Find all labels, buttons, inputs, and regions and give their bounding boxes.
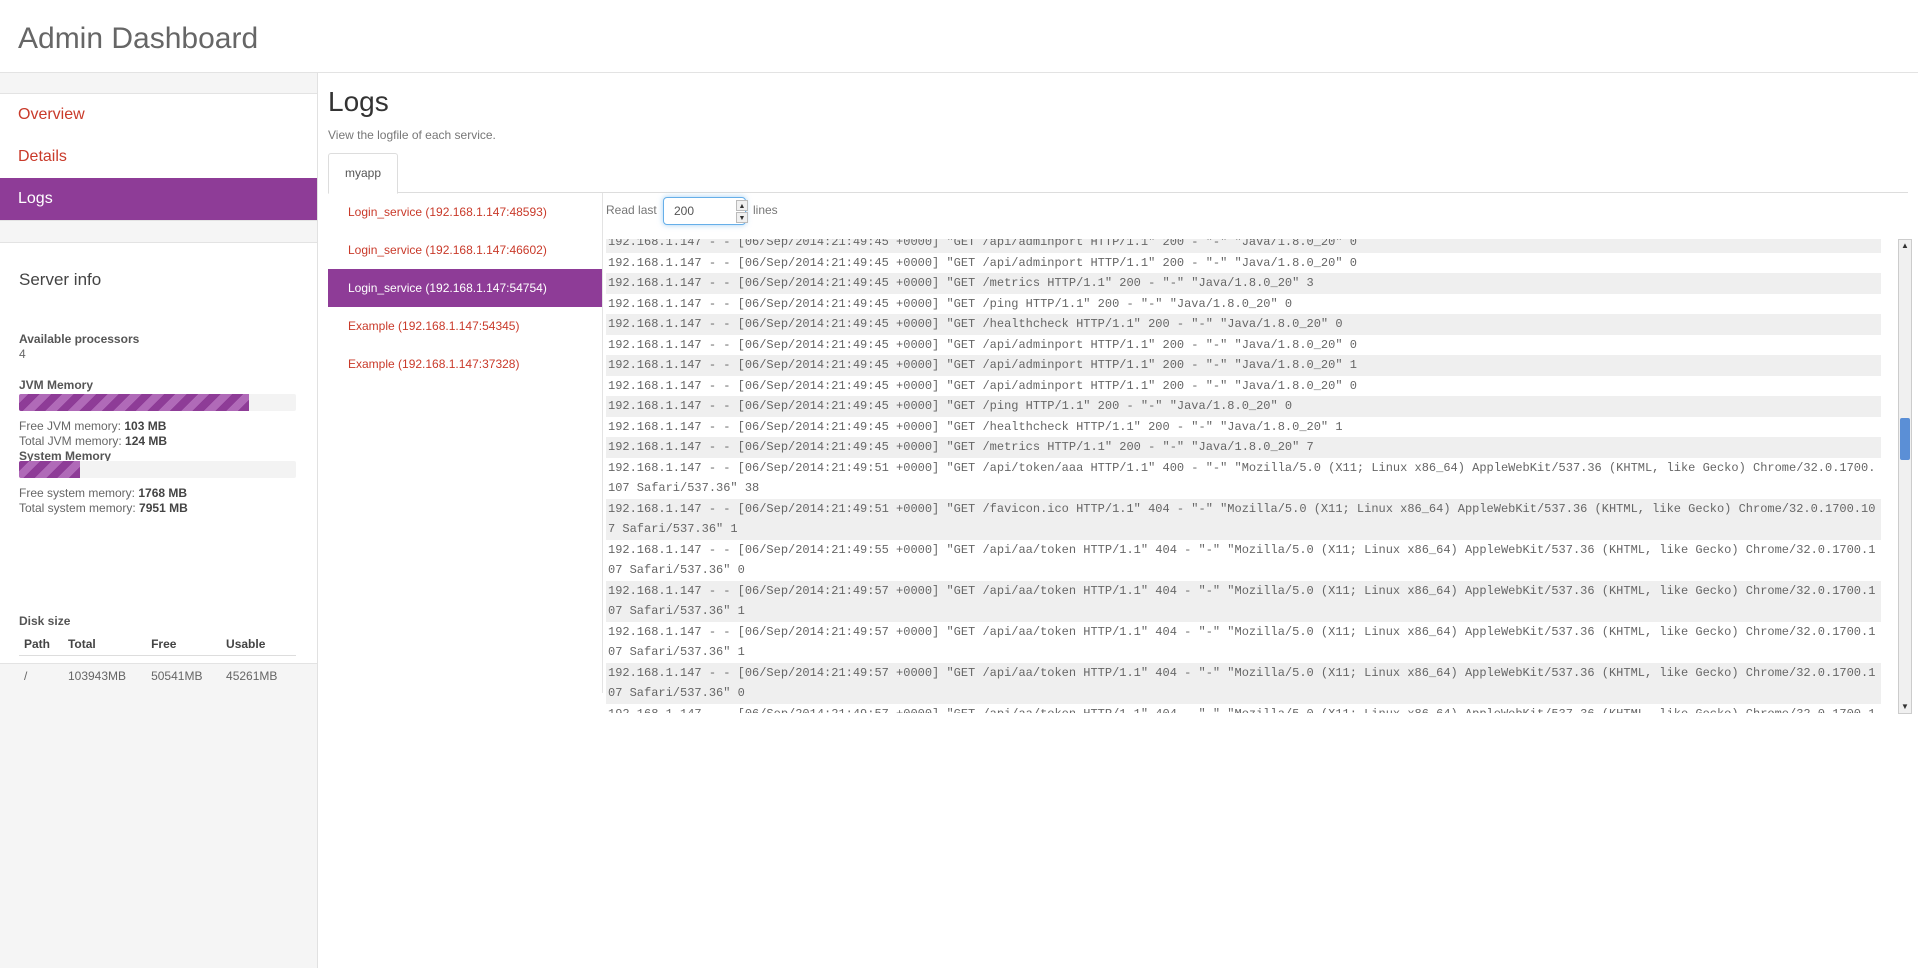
page-subtitle: View the logfile of each service. <box>328 128 496 142</box>
log-line: 192.168.1.147 - - [06/Sep/2014:21:49:45 … <box>608 378 1357 393</box>
log-line: 192.168.1.147 - - [06/Sep/2014:21:49:57 … <box>608 624 1876 660</box>
disk-table: Path Total Free Usable / 103943MB 50541M… <box>19 633 296 689</box>
log-line: 192.168.1.147 - - [06/Sep/2014:21:49:45 … <box>608 296 1293 311</box>
jvm-memory-bar-fill <box>19 394 249 411</box>
free-jvm-label: Free JVM memory: <box>19 419 122 433</box>
log-line: 192.168.1.147 - - [06/Sep/2014:21:49:45 … <box>606 396 1881 417</box>
log-line: 192.168.1.147 - - [06/Sep/2014:21:49:57 … <box>606 580 1881 622</box>
read-last-label: Read last <box>606 203 657 217</box>
jvm-memory-bar <box>19 394 296 411</box>
service-item-login-46602[interactable]: Login_service (192.168.1.147:46602) <box>328 231 602 269</box>
app-tabs: myapp <box>328 153 1908 194</box>
tab-myapp[interactable]: myapp <box>328 153 399 194</box>
free-jvm-line: Free JVM memory: 103 MB <box>19 419 166 433</box>
read-last-input[interactable] <box>663 197 746 225</box>
free-system-value: 1768 MB <box>138 486 188 500</box>
jvm-memory-label: JVM Memory <box>19 378 94 392</box>
log-line: 192.168.1.147 - - [06/Sep/2014:21:49:57 … <box>606 662 1881 704</box>
disk-header-path: Path <box>19 633 63 656</box>
free-system-label: Free system memory: <box>19 486 136 500</box>
log-line: 192.168.1.147 - - [06/Sep/2014:21:49:55 … <box>608 542 1876 578</box>
log-line: 192.168.1.147 - - [06/Sep/2014:21:49:45 … <box>608 337 1357 352</box>
log-lines: 192.168.1.147 - - [06/Sep/2014:21:49:45 … <box>606 239 1881 713</box>
stepper-down-icon[interactable]: ▼ <box>736 212 748 223</box>
total-system-value: 7951 MB <box>139 501 188 515</box>
log-line: 192.168.1.147 - - [06/Sep/2014:21:49:45 … <box>606 437 1881 458</box>
sidebar: Overview Details Logs Server info Availa… <box>0 73 318 968</box>
disk-header-total: Total <box>62 633 147 656</box>
read-last-stepper[interactable]: ▲ ▼ <box>736 200 748 224</box>
disk-cell-total: 103943MB <box>67 669 127 683</box>
log-line: 192.168.1.147 - - [06/Sep/2014:21:49:45 … <box>608 255 1357 270</box>
server-info-panel: Server info Available processors 4 JVM M… <box>0 242 317 683</box>
log-line: 192.168.1.147 - - [06/Sep/2014:21:49:57 … <box>606 704 1881 714</box>
log-viewer[interactable]: 192.168.1.147 - - [06/Sep/2014:21:49:45 … <box>606 239 1899 713</box>
scroll-thumb[interactable] <box>1900 418 1910 460</box>
log-line: 192.168.1.147 - - [06/Sep/2014:21:49:45 … <box>608 419 1343 434</box>
processors-value: 4 <box>19 347 26 361</box>
total-jvm-line: Total JVM memory: 124 MB <box>19 434 167 448</box>
top-bar: Admin Dashboard <box>0 0 1918 73</box>
total-jvm-label: Total JVM memory: <box>19 434 122 448</box>
free-system-line: Free system memory: 1768 MB <box>19 486 187 500</box>
scroll-up-icon[interactable]: ▲ <box>1899 240 1911 252</box>
log-scrollbar[interactable]: ▲ ▼ <box>1898 239 1912 714</box>
sidebar-nav: Overview Details Logs <box>0 93 317 221</box>
service-item-example-54345[interactable]: Example (192.168.1.147:54345) <box>328 307 602 345</box>
log-line: 192.168.1.147 - - [06/Sep/2014:21:49:45 … <box>606 314 1881 335</box>
lines-label: lines <box>753 203 778 217</box>
disk-size-label: Disk size <box>19 614 71 628</box>
nav-item-overview[interactable]: Overview <box>0 94 317 136</box>
disk-cell-usable: 45261MB <box>226 669 278 683</box>
total-jvm-value: 124 MB <box>125 434 168 448</box>
service-list: Login_service (192.168.1.147:48593) Logi… <box>328 193 603 693</box>
service-item-login-48593[interactable]: Login_service (192.168.1.147:48593) <box>328 193 602 231</box>
disk-table-header-row: Path Total Free Usable <box>19 633 296 656</box>
log-line: 192.168.1.147 - - [06/Sep/2014:21:49:45 … <box>606 273 1881 294</box>
processors-label: Available processors <box>19 332 140 346</box>
app-title: Admin Dashboard <box>18 22 259 55</box>
log-line: 192.168.1.147 - - [06/Sep/2014:21:49:45 … <box>606 355 1881 376</box>
service-item-example-37328[interactable]: Example (192.168.1.147:37328) <box>328 345 602 383</box>
read-last-row: Read last ▲ ▼ lines <box>606 193 906 229</box>
scroll-down-icon[interactable]: ▼ <box>1899 701 1911 713</box>
log-line: 192.168.1.147 - - [06/Sep/2014:21:49:51 … <box>606 498 1881 540</box>
system-memory-bar <box>19 461 296 478</box>
log-line: 192.168.1.147 - - [06/Sep/2014:21:49:45 … <box>606 239 1881 253</box>
nav-item-logs[interactable]: Logs <box>0 178 317 220</box>
disk-cell-free: 50541MB <box>151 669 203 683</box>
free-jvm-value: 103 MB <box>124 419 167 433</box>
nav-item-details[interactable]: Details <box>0 136 317 178</box>
system-memory-bar-fill <box>19 461 80 478</box>
stepper-up-icon[interactable]: ▲ <box>736 200 748 211</box>
total-system-line: Total system memory: 7951 MB <box>19 501 188 515</box>
disk-header-usable: Usable <box>221 633 296 656</box>
service-item-login-54754[interactable]: Login_service (192.168.1.147:54754) <box>328 269 602 307</box>
disk-cell-path: / <box>24 669 28 683</box>
total-system-label: Total system memory: <box>19 501 136 515</box>
page-title: Logs <box>328 86 389 117</box>
disk-header-free: Free <box>146 633 222 656</box>
table-row: / 103943MB 50541MB 45261MB <box>19 656 296 690</box>
server-info-title: Server info <box>19 270 102 289</box>
log-line: 192.168.1.147 - - [06/Sep/2014:21:49:51 … <box>608 460 1876 496</box>
